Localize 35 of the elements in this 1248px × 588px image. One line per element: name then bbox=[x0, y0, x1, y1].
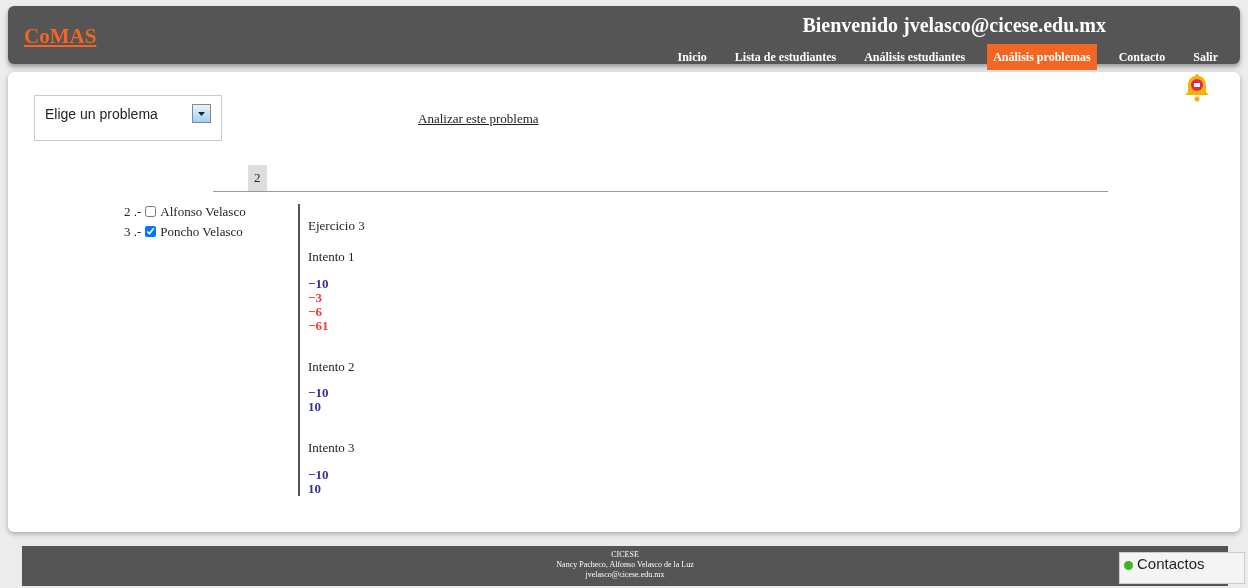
answer-value: −10 bbox=[308, 386, 330, 400]
problem-dropdown[interactable]: Elige un problema bbox=[34, 95, 222, 141]
list-number: 2 .- bbox=[124, 202, 142, 221]
dropdown-value: Elige un problema bbox=[45, 105, 158, 124]
footer-text: CICESE bbox=[611, 550, 639, 560]
nav-link[interactable]: Lista de estudiantes bbox=[728, 44, 843, 70]
answer-value: −3 bbox=[308, 290, 323, 305]
student-name[interactable]: Poncho Velasco bbox=[160, 221, 243, 242]
analyze-link[interactable]: Analizar este problema bbox=[418, 109, 539, 129]
answer-value: −61 bbox=[308, 318, 330, 333]
answer-value: 10 bbox=[308, 481, 322, 496]
student-checkbox[interactable] bbox=[145, 206, 157, 217]
student-name[interactable]: Alfonso Velasco bbox=[160, 201, 246, 222]
answer-value: −10 bbox=[308, 467, 330, 482]
tab[interactable]: 2 bbox=[248, 165, 267, 191]
bell-icon[interactable] bbox=[1184, 72, 1210, 102]
nav-link[interactable]: Contacto bbox=[1112, 44, 1172, 70]
footer-text: Nancy Pacheco, Alfonso Velasco de la Luz bbox=[556, 560, 694, 570]
exercise-title: Ejercicio 3 bbox=[308, 216, 365, 235]
answer-value: 10 bbox=[308, 400, 322, 414]
attempt-label: Intento 3 bbox=[308, 439, 356, 457]
contacts-panel[interactable]: Contactos bbox=[1119, 552, 1245, 584]
list-number: 3 .- bbox=[124, 222, 142, 241]
student-checkbox[interactable] bbox=[145, 226, 157, 237]
caret-icon bbox=[192, 104, 211, 123]
nav-link[interactable]: Salir bbox=[1187, 44, 1224, 70]
attempt-label: Intento 1 bbox=[308, 248, 356, 266]
nav-link[interactable]: Análisis estudiantes bbox=[858, 44, 972, 70]
answer-value: −6 bbox=[308, 304, 323, 319]
contacts-title: Contactos bbox=[1137, 554, 1205, 574]
answer-value: −10 bbox=[308, 276, 330, 291]
welcome-text: Bienvenido jvelasco@cicese.edu.mx bbox=[802, 13, 1106, 39]
footer-text: jvelasco@cicese.edu.mx bbox=[585, 570, 665, 580]
attempt-label: Intento 2 bbox=[308, 357, 356, 376]
nav-link[interactable]: Inicio bbox=[671, 44, 713, 70]
